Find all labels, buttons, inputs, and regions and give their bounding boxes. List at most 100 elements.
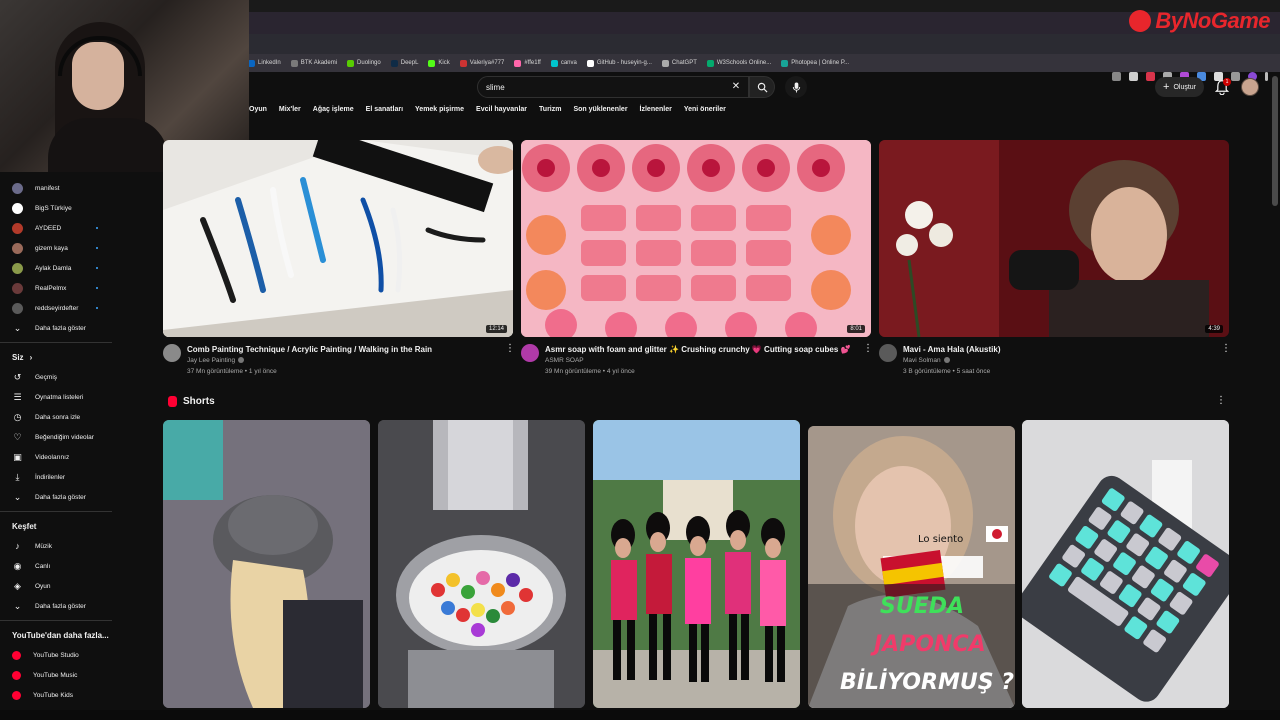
- short-card[interactable]: Lo siento SUEDA JAPONCA BİLİYORMUŞ ?: [808, 426, 1015, 708]
- bookmark-item[interactable]: ChatGPT: [661, 59, 697, 67]
- bookmark-item[interactable]: #ffe1ff: [514, 59, 541, 67]
- sidebar-item[interactable]: YouTube Kids: [0, 685, 122, 705]
- sidebar-section-you[interactable]: Siz ›: [0, 347, 122, 367]
- create-button[interactable]: + Oluştur: [1155, 77, 1204, 97]
- bookmark-item[interactable]: W3Schools Online...: [706, 59, 772, 67]
- filter-chip[interactable]: Yemek pişirme: [415, 106, 464, 113]
- filter-chip[interactable]: El sanatları: [366, 106, 403, 113]
- voice-search-button[interactable]: [785, 76, 807, 98]
- channel-name-text[interactable]: ASMR SOAP: [545, 357, 584, 364]
- shorts-more-options-icon[interactable]: ⋮: [1216, 396, 1226, 406]
- sidebar-subscription[interactable]: RealPelmx: [0, 278, 122, 298]
- sidebar-item[interactable]: YouTube Music: [0, 665, 122, 685]
- sidebar-item-label: reddseyirdefter: [35, 304, 79, 312]
- bookmark-item[interactable]: Duolingo: [347, 59, 381, 67]
- search-input[interactable]: slime: [486, 83, 730, 92]
- sidebar-item[interactable]: ♪ Müzik: [0, 536, 122, 556]
- sidebar-item[interactable]: ♡ Beğendiğim videolar: [0, 427, 122, 447]
- channel-name[interactable]: ASMR SOAP: [545, 357, 584, 364]
- youtube-studio-icon: [12, 650, 21, 660]
- clear-search-icon[interactable]: ✕: [730, 81, 742, 93]
- sidebar-subscription[interactable]: Aylak Damla: [0, 258, 122, 278]
- sidebar-item[interactable]: ⌄ Daha fazla göster: [0, 596, 122, 616]
- sidebar-subscription[interactable]: gizem kaya: [0, 238, 122, 258]
- bookmark-label: GitHub - huseyin-g...: [596, 60, 652, 66]
- search-icon: [757, 82, 767, 92]
- sidebar-item-label: gizem kaya: [35, 244, 68, 252]
- more-options-icon[interactable]: ⋮: [505, 344, 515, 354]
- channel-avatar: [12, 182, 23, 194]
- video-title[interactable]: Comb Painting Technique / Acrylic Painti…: [187, 345, 432, 354]
- search-box[interactable]: slime ✕: [477, 76, 749, 98]
- sidebar-item[interactable]: ◉ Canlı: [0, 556, 122, 576]
- page-scrollbar[interactable]: [1272, 76, 1278, 206]
- filter-chip[interactable]: Ağaç işleme: [313, 106, 354, 113]
- sidebar-item[interactable]: ▣ Videolarınız: [0, 447, 122, 467]
- sidebar-item-label: Daha fazla göster: [35, 324, 86, 332]
- bookmark-item[interactable]: Valeriya#777: [459, 59, 504, 67]
- short-card[interactable]: [163, 420, 370, 708]
- notification-count-badge: 1: [1223, 78, 1231, 86]
- sidebar-item[interactable]: YouTube Studio: [0, 645, 122, 665]
- sidebar-subscription[interactable]: reddseyirdefter: [0, 298, 122, 318]
- your-videos-icon: ▣: [13, 451, 22, 462]
- short-card[interactable]: [378, 420, 585, 708]
- sidebar-item-label: Müzik: [35, 542, 52, 550]
- bookmark-item[interactable]: Kick: [428, 59, 450, 67]
- bookmark-item[interactable]: canva: [550, 59, 577, 67]
- video-title[interactable]: Mavi - Ama Hala (Akustik): [903, 345, 1001, 354]
- channel-name-text[interactable]: Mavi Solman: [903, 357, 941, 364]
- bookmark-label: BTK Akademi: [300, 60, 338, 66]
- sidebar-subscription[interactable]: BigS Türkiye: [0, 198, 122, 218]
- bookmark-favicon-icon: [550, 59, 558, 67]
- sidebar-item[interactable]: ⌄ Daha fazla göster: [0, 487, 122, 507]
- short-card[interactable]: [593, 420, 800, 708]
- filter-chip[interactable]: Evcil hayvanlar: [476, 106, 527, 113]
- bookmark-item[interactable]: Photopea | Online P...: [781, 59, 849, 67]
- bookmark-item[interactable]: GitHub - huseyin-g...: [586, 59, 652, 67]
- sidebar-item[interactable]: ☰ Oynatma listeleri: [0, 387, 122, 407]
- channel-avatar[interactable]: [521, 344, 539, 362]
- filter-chip[interactable]: Mix'ler: [279, 106, 301, 113]
- live-indicator-icon: [96, 247, 98, 249]
- sidebar-item[interactable]: ↺ Geçmiş: [0, 367, 122, 387]
- sidebar-item-label: Daha sonra izle: [35, 413, 81, 421]
- filter-chip[interactable]: Turizm: [539, 106, 561, 113]
- bookmark-label: W3Schools Online...: [716, 60, 772, 66]
- sidebar-item-label: Daha fazla göster: [35, 493, 86, 501]
- video-thumbnail[interactable]: 4:39: [879, 140, 1229, 337]
- channel-avatar[interactable]: [163, 344, 181, 362]
- video-stats: 39 Mn görüntüleme • 4 yıl önce: [545, 368, 635, 375]
- sidebar-item[interactable]: ◈ Oyun: [0, 576, 122, 596]
- bookmark-item[interactable]: DeepL: [390, 59, 418, 67]
- live-icon: ◉: [13, 560, 22, 571]
- bookmark-item[interactable]: LinkedIn: [248, 59, 281, 67]
- sidebar-item[interactable]: ⤓ İndirilenler: [0, 467, 122, 487]
- channel-name[interactable]: Mavi Solman: [903, 357, 950, 364]
- playlists-icon: ☰: [13, 391, 22, 402]
- channel-name-text[interactable]: Jay Lee Painting: [187, 357, 235, 364]
- channel-avatar[interactable]: [879, 344, 897, 362]
- account-avatar[interactable]: [1241, 78, 1259, 96]
- sidebar-subscription[interactable]: manifest: [0, 178, 122, 198]
- channel-avatar: [12, 202, 23, 214]
- video-title[interactable]: Asmr soap with foam and glitter ✨ Crushi…: [545, 345, 850, 354]
- bookmark-item[interactable]: BTK Akademi: [290, 59, 338, 67]
- filter-chip[interactable]: Oyun: [249, 106, 267, 113]
- short-card[interactable]: [1022, 420, 1229, 708]
- channel-name[interactable]: Jay Lee Painting: [187, 357, 245, 364]
- search-button[interactable]: [749, 76, 775, 98]
- more-options-icon[interactable]: ⋮: [863, 344, 873, 354]
- sidebar-item[interactable]: ⌄ Daha fazla göster: [0, 318, 122, 338]
- watch-later-icon: ◷: [13, 411, 22, 422]
- sidebar-item-label: YouTube Music: [33, 671, 78, 679]
- video-thumbnail[interactable]: 8:01: [521, 140, 871, 337]
- filter-chip[interactable]: Son yüklenenler: [573, 106, 627, 113]
- filter-chip[interactable]: İzlenenler: [640, 106, 672, 113]
- more-options-icon[interactable]: ⋮: [1221, 344, 1231, 354]
- sidebar-subscription[interactable]: AYDEED: [0, 218, 122, 238]
- sidebar-item[interactable]: ◷ Daha sonra izle: [0, 407, 122, 427]
- filter-chip[interactable]: Yeni öneriler: [684, 106, 726, 113]
- video-thumbnail[interactable]: 12:14: [163, 140, 513, 337]
- verified-icon: [943, 357, 950, 364]
